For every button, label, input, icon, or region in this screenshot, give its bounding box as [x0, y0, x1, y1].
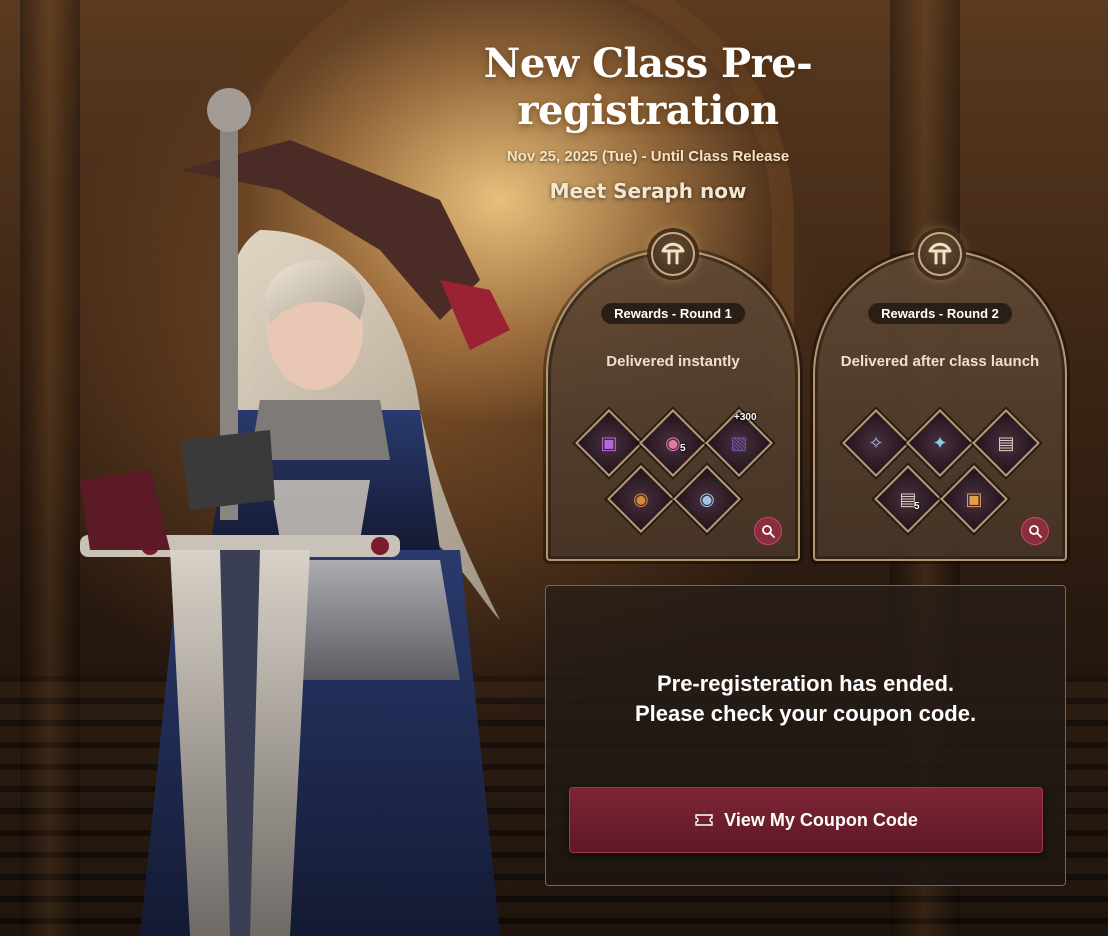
scroll-icon: ▤ — [972, 409, 1040, 477]
view-coupon-code-button[interactable]: View My Coupon Code — [569, 787, 1043, 853]
status-line-2: Please check your coupon code. — [634, 701, 977, 726]
zoom-rewards-button[interactable] — [754, 517, 782, 545]
preregistration-status-panel: Pre-registeration has ended. Please chec… — [545, 585, 1066, 886]
status-line-1: Pre-registeration has ended. — [656, 671, 955, 696]
rewards-card-round-2: Rewards - Round 2 Delivered after class … — [813, 232, 1067, 561]
magnifier-icon — [1029, 525, 1042, 538]
item-count: 5 — [914, 501, 920, 512]
emblem-icon — [651, 232, 695, 276]
item-count: 5 — [680, 443, 686, 454]
rewards-card-round-1: Rewards - Round 1 Delivered instantly ▣ … — [546, 232, 800, 561]
vase-icon: ◉ — [673, 465, 741, 533]
feather-quill-icon: ✧ — [842, 409, 910, 477]
wing-icon: ✦ — [906, 409, 974, 477]
coupon-scroll-icon: ▤ — [874, 465, 942, 533]
treasure-chest-icon: ▣ — [575, 409, 643, 477]
elixir-bottle-icon: ◉ — [639, 409, 707, 477]
round-badge: Rewards - Round 2 — [868, 303, 1012, 324]
view-coupon-code-label: View My Coupon Code — [724, 809, 918, 830]
subtitle: Meet Seraph now — [549, 179, 747, 203]
header: New Class Pre-registration Nov 25, 2025 … — [390, 40, 906, 203]
event-date-range: Nov 25, 2025 (Tue) - Until Class Release — [506, 148, 790, 165]
zoom-rewards-button[interactable] — [1021, 517, 1049, 545]
item-count: +300 — [734, 412, 757, 423]
seraph-character-art — [80, 88, 510, 936]
delivery-text: Delivered instantly — [606, 353, 740, 370]
potion-flask-icon: ◉ — [607, 465, 675, 533]
magnifier-icon — [762, 525, 775, 538]
chest-icon: ▣ — [940, 465, 1008, 533]
delivery-text: Delivered after class launch — [840, 353, 1040, 370]
page-title: New Class Pre-registration — [483, 40, 813, 134]
ticket-icon — [695, 814, 713, 826]
round-badge: Rewards - Round 1 — [601, 303, 745, 324]
status-message: Pre-registeration has ended. Please chec… — [546, 669, 1065, 729]
emblem-icon — [918, 232, 962, 276]
